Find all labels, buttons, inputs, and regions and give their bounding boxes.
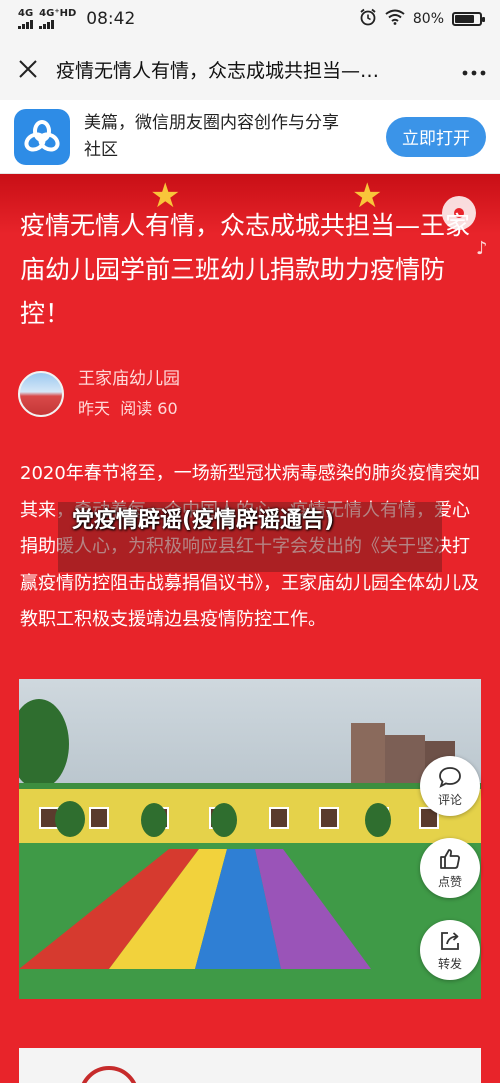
avatar[interactable] [18,371,64,417]
share-icon [438,929,462,953]
next-image-card [19,1048,481,1083]
article-title: 疫情无情人有情，众志成城共担当—王家庙幼儿园学前三班幼儿捐款助力疫情防控！ [20,211,471,328]
post-date: 昨天 [78,399,111,418]
alarm-icon [359,8,377,30]
share-button[interactable]: 转发 [420,920,480,980]
photo-shrub [55,801,85,837]
page-title: 疫情无情人有情，众志成城共担当—… [56,59,380,82]
close-icon[interactable] [14,55,42,83]
open-app-button[interactable]: 立即打开 [386,116,486,157]
author-block[interactable]: 王家庙幼儿园 昨天 阅读 60 [18,366,180,422]
wifi-icon [385,9,405,29]
photo-shrub [211,803,237,837]
author-name[interactable]: 王家庙幼儿园 [78,366,180,392]
signal-indicator-2: 4G⁺HD [39,9,76,29]
clock: 08:42 [86,9,136,29]
comment-button[interactable]: 评论 [420,756,480,816]
network-type-label-2: 4G⁺HD [39,8,77,19]
share-label: 转发 [437,956,462,971]
rainbow-track [19,849,371,969]
app-promo-banner: 美篇，微信朋友圈内容创作与分享社区 立即打开 [0,100,500,174]
battery-percent: 80% [412,11,444,27]
article-meta: 昨天 阅读 60 [78,396,180,422]
article-photo[interactable] [19,679,481,999]
photo-shrub [141,803,167,837]
comment-icon [438,765,462,789]
signal-indicator-1: 4G [18,9,33,29]
like-button[interactable]: 点赞 [420,838,480,898]
comment-label: 评论 [437,792,462,807]
network-type-label: 4G [18,8,34,19]
like-label: 点赞 [437,874,462,889]
nav-bar: 疫情无情人有情，众志成城共担当—… [0,38,500,100]
thumbs-up-icon [438,847,462,871]
more-icon[interactable] [462,57,486,82]
photo-shrub [365,803,391,837]
school-logo-icon [79,1066,139,1083]
banner-description: 美篇，微信朋友圈内容创作与分享社区 [84,112,339,160]
read-count: 阅读 60 [120,399,178,418]
status-bar: 4G 4G⁺HD 08:42 80% [0,0,500,38]
battery-icon [452,12,485,26]
overlay-caption: 党疫情辟谣(疫情辟谣通告) [72,508,335,533]
photo-school-building [19,783,481,843]
meipian-logo-icon [14,108,70,165]
